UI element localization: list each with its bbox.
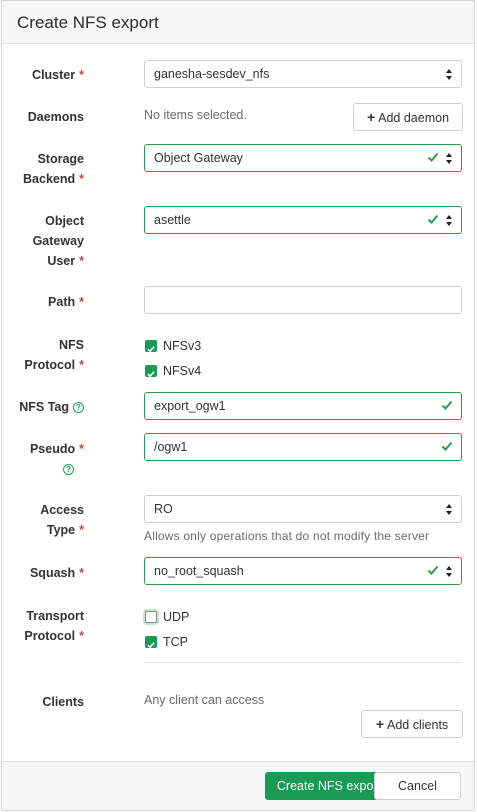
storage-backend-select[interactable]: Object Gateway (144, 144, 462, 172)
squash-label: Squash * (29, 566, 84, 580)
question-circle-icon[interactable]: ? (63, 464, 74, 475)
plus-icon: + (375, 716, 385, 732)
check-icon (147, 642, 155, 649)
check-icon (147, 371, 155, 378)
path-label: Path * (48, 295, 84, 309)
check-icon (147, 346, 155, 353)
clients-label: Clients (42, 695, 84, 709)
create-nfs-export-dialog: Create NFS export Cluster * ganesha-sesde… (1, 0, 475, 811)
sort-icon (446, 566, 453, 577)
dialog-footer: Create NFS export Cancel (2, 761, 474, 810)
tcp-checkbox[interactable] (145, 636, 157, 649)
nfs-tag-label: NFS Tag? (2, 397, 84, 417)
clients-empty-text: Any client can access (144, 693, 265, 707)
cluster-value: ganesha-sesdev_nfs (154, 67, 270, 81)
dialog-header: Create NFS export (2, 1, 474, 44)
squash-select[interactable]: no_root_squash (144, 557, 462, 585)
nfsv3-checkbox[interactable] (145, 340, 157, 353)
cluster-select[interactable]: ganesha-sesdev_nfs (144, 60, 462, 88)
udp-label: UDP (163, 610, 190, 624)
rgw-user-select[interactable]: asettle (144, 206, 462, 234)
add-daemon-button[interactable]: + Add daemon (353, 103, 463, 131)
nfsv3-label: NFSv3 (163, 339, 202, 353)
check-icon (441, 440, 453, 452)
access-type-value: RO (154, 502, 173, 516)
dialog-title: Create NFS export (17, 13, 159, 32)
cluster-label: Cluster * (32, 68, 84, 82)
nfsv4-label: NFSv4 (163, 364, 202, 378)
check-icon (427, 564, 439, 576)
pseudo-value: /ogw1 (154, 440, 188, 454)
check-icon (427, 151, 439, 163)
storage-backend-value: Object Gateway (154, 151, 243, 165)
access-type-hint: Allows only operations that do not modif… (144, 529, 430, 543)
plus-icon: + (366, 109, 376, 125)
pseudo-label: Pseudo *? (29, 442, 84, 475)
sort-icon (446, 504, 453, 515)
path-input[interactable] (144, 286, 462, 314)
access-type-select[interactable]: RO (144, 495, 462, 523)
daemons-label: Daemons (27, 110, 84, 124)
nfs-tag-input[interactable]: export_ogw1 (144, 392, 462, 420)
sort-icon (446, 215, 453, 226)
daemons-empty-text: No items selected. (144, 108, 247, 122)
access-type-label: Access Type * (40, 503, 84, 537)
pseudo-input[interactable]: /ogw1 (144, 433, 462, 461)
tcp-label: TCP (163, 635, 188, 649)
check-icon (427, 213, 439, 225)
rgw-user-value: asettle (154, 213, 191, 227)
rgw-user-label: Object Gateway User * (32, 214, 84, 268)
udp-checkbox[interactable] (145, 611, 157, 623)
divider (144, 662, 462, 663)
add-clients-button[interactable]: + Add clients (361, 710, 463, 738)
nfs-protocol-label: NFS Protocol * (24, 338, 84, 372)
sort-icon (446, 69, 453, 80)
squash-value: no_root_squash (154, 564, 244, 578)
nfs-tag-value: export_ogw1 (154, 399, 226, 413)
storage-backend-label: Storage Backend * (23, 152, 84, 186)
transport-protocol-label: Transport Protocol * (24, 609, 84, 643)
check-icon (441, 399, 453, 411)
sort-icon (446, 153, 453, 164)
question-circle-icon[interactable]: ? (73, 402, 84, 413)
cancel-button[interactable]: Cancel (374, 772, 461, 800)
nfsv4-checkbox[interactable] (145, 365, 157, 378)
